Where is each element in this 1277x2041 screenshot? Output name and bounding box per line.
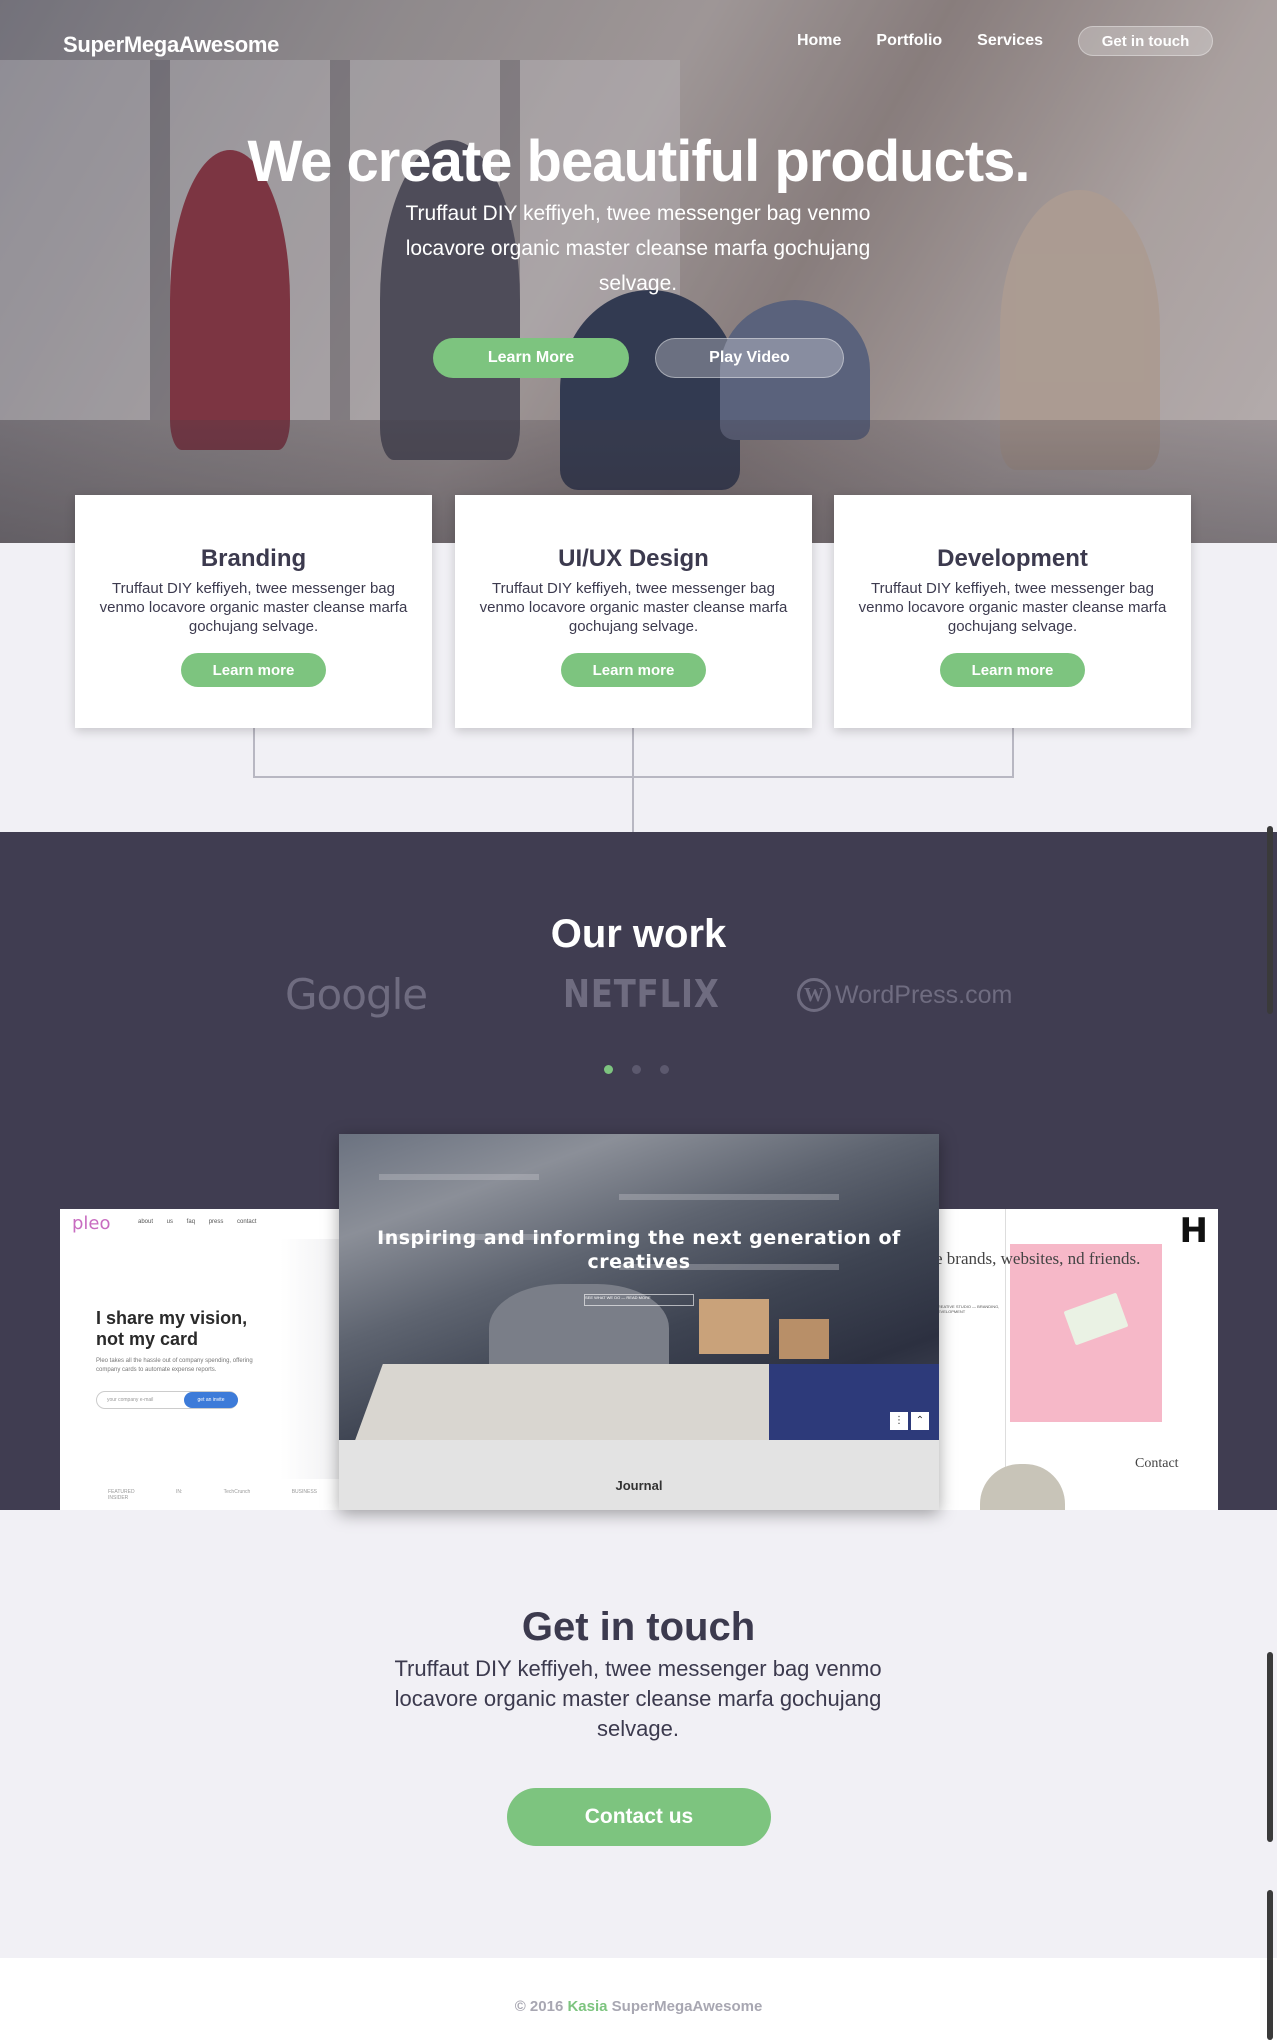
our-work-section: Our work Google NETFLIX W WordPress.com … [0,832,1277,1510]
service-text: Truffaut DIY keffiyeh, twee messenger ba… [858,580,1167,635]
h-logo: H [1179,1211,1208,1251]
scrollbar-thumb[interactable] [1267,1890,1273,2040]
carousel-dots [604,1065,688,1074]
scrollbar-thumb[interactable] [1267,826,1273,1014]
nav-services[interactable]: Services [977,32,1043,50]
pleo-body: Pleo takes all the hassle out of company… [96,1358,253,1373]
hero-title: We create beautiful products. [247,129,1030,194]
service-title: UI/UX Design [558,545,709,572]
footer: © 2016 Kasia SuperMegaAwesome [0,1958,1277,2041]
service-text: Truffaut DIY keffiyeh, twee messenger ba… [99,580,408,635]
shelf [379,1174,539,1180]
pleo-featured: FEATURED IN: TechCrunch BUSINESS INSIDER [108,1489,318,1501]
h-contact: Contact [1135,1456,1179,1471]
service-card-development: Development Truffaut DIY keffiyeh, twee … [834,495,1191,728]
contact-subtitle: Truffaut DIY keffiyeh, twee messenger ba… [394,1656,882,1741]
connector-line [253,728,255,777]
shelf [619,1194,839,1200]
netflix-logo: NETFLIX [563,972,720,1016]
portfolio-shot-journal[interactable]: Inspiring and informing the next generat… [339,1134,939,1510]
brand-logo[interactable]: SuperMegaAwesome [63,32,279,58]
box [779,1319,829,1359]
service-card-ui-ux: UI/UX Design Truffaut DIY keffiyeh, twee… [455,495,812,728]
pleo-invite-button: get an invite [184,1392,238,1408]
our-work-title: Our work [550,912,727,956]
portfolio-shot-pleo[interactable]: pleo about us faq press contact I share … [60,1209,345,1510]
more-icon: ⋮ [890,1412,908,1430]
portfolio-shot-h[interactable]: H e brands, websites, nd friends. CREATI… [935,1209,1218,1510]
service-learn-more-button[interactable]: Learn more [181,653,326,687]
journal-caption: Journal [339,1440,939,1510]
scrollbar-thumb[interactable] [1267,1652,1273,1842]
carousel-dot-3[interactable] [660,1065,669,1074]
journal-mini-button: SEE WHAT WE DO — READ MORE [584,1294,694,1306]
pleo-nav: about us faq press contact [138,1219,257,1225]
copyright-year: © 2016 [514,1998,568,2015]
wordpress-icon: W [797,978,831,1012]
wordpress-logo-text: WordPress.com [835,980,1013,1009]
connector-line [632,728,634,832]
service-title: Development [937,545,1088,572]
pleo-headline: I share my vision, not my card [96,1308,248,1349]
play-video-button[interactable]: Play Video [655,338,844,378]
service-title: Branding [200,545,307,572]
footer-copyright: © 2016 Kasia SuperMegaAwesome [0,1998,1277,2015]
h-plant-image [980,1464,1065,1510]
contact-us-button[interactable]: Contact us [507,1788,771,1846]
hero-subtitle: Truffaut DIY keffiyeh, twee messenger ba… [405,202,871,295]
chevron-up-icon: ⌃ [911,1412,929,1430]
service-card-branding: Branding Truffaut DIY keffiyeh, twee mes… [75,495,432,728]
service-text: Truffaut DIY keffiyeh, twee messenger ba… [479,580,788,635]
learn-more-button[interactable]: Learn More [433,338,629,378]
box [699,1299,769,1354]
footer-author-link[interactable]: Kasia [567,1998,611,2015]
journal-headline: Inspiring and informing the next generat… [377,1227,901,1273]
google-logo: Google [285,970,428,1019]
hero-section: SuperMegaAwesome Home Portfolio Services… [0,0,1277,543]
connector-line [253,776,1014,778]
journal-hero-image [339,1134,939,1440]
footer-brand: SuperMegaAwesome [611,1998,763,2015]
connector-line [1012,728,1014,777]
contact-title: Get in touch [521,1605,756,1649]
wordpress-logo: W WordPress.com [797,978,1012,1012]
h-text: e brands, websites, nd friends. [935,1249,1141,1268]
nav-portfolio[interactable]: Portfolio [876,32,942,50]
pleo-logo: pleo [72,1213,111,1234]
journal-table [355,1364,803,1440]
nav-home[interactable]: Home [797,32,841,50]
journal-controls: ⋮ ⌃ [887,1412,929,1430]
pleo-shade [280,1239,345,1479]
h-small-text: CREATIVE STUDIO — BRANDING, DEVELOPMENT [935,1304,1000,1314]
main-nav: Home Portfolio Services Get in touch [762,26,1213,56]
carousel-dot-2[interactable] [632,1065,641,1074]
nav-get-in-touch-button[interactable]: Get in touch [1078,26,1213,56]
service-learn-more-button[interactable]: Learn more [561,653,706,687]
carousel-dot-1[interactable] [604,1065,613,1074]
service-learn-more-button[interactable]: Learn more [940,653,1085,687]
